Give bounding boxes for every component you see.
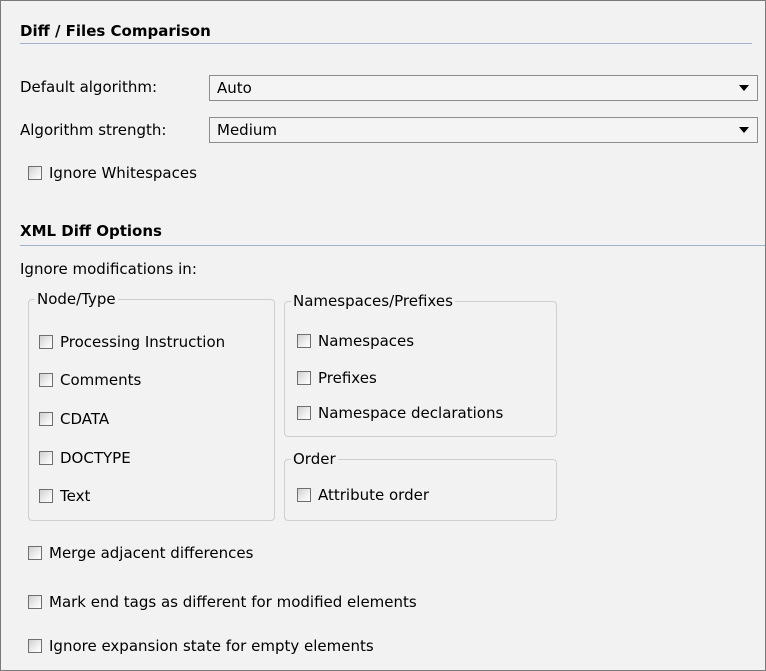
algorithm-strength-value: Medium [217,121,277,139]
order-legend: Order [293,450,336,468]
ignore-whitespaces-label: Ignore Whitespaces [49,164,197,182]
checkbox-box[interactable] [297,488,311,502]
text-checkbox[interactable]: Text [39,487,90,505]
ignore-modifications-label: Ignore modifications in: [20,260,197,278]
node-type-legend: Node/Type [37,290,116,308]
processing-instruction-checkbox[interactable]: Processing Instruction [39,333,225,351]
preferences-panel: Diff / Files Comparison Default algorith… [0,0,766,671]
mark-end-tags-checkbox[interactable]: Mark end tags as different for modified … [28,593,417,611]
attribute-order-label: Attribute order [318,486,429,504]
diff-section-divider [20,43,752,44]
checkbox-box[interactable] [28,546,42,560]
prefixes-label: Prefixes [318,369,377,387]
checkbox-box[interactable] [28,166,42,180]
comments-checkbox[interactable]: Comments [39,371,141,389]
diff-section-title: Diff / Files Comparison [20,22,211,40]
merge-adjacent-label: Merge adjacent differences [49,544,254,562]
checkbox-box[interactable] [39,412,53,426]
mark-end-tags-label: Mark end tags as different for modified … [49,593,417,611]
default-algorithm-label: Default algorithm: [20,78,158,96]
namespace-declarations-label: Namespace declarations [318,404,504,422]
merge-adjacent-checkbox[interactable]: Merge adjacent differences [28,544,253,562]
namespace-declarations-checkbox[interactable]: Namespace declarations [297,404,503,422]
prefixes-checkbox[interactable]: Prefixes [297,369,377,387]
checkbox-box[interactable] [28,595,42,609]
default-algorithm-select[interactable]: Auto [209,75,758,101]
checkbox-box[interactable] [39,489,53,503]
namespaces-checkbox[interactable]: Namespaces [297,332,414,350]
comments-label: Comments [60,371,142,389]
default-algorithm-value: Auto [217,79,252,97]
xml-section-divider [20,245,765,246]
cdata-label: CDATA [60,410,110,428]
namespaces-label: Namespaces [318,332,415,350]
xml-section-title: XML Diff Options [20,222,162,240]
checkbox-box[interactable] [39,335,53,349]
checkbox-box[interactable] [297,371,311,385]
ignore-whitespaces-checkbox[interactable]: Ignore Whitespaces [28,164,197,182]
checkbox-box[interactable] [297,334,311,348]
ignore-expansion-label: Ignore expansion state for empty element… [49,637,374,655]
attribute-order-checkbox[interactable]: Attribute order [297,486,429,504]
ignore-expansion-checkbox[interactable]: Ignore expansion state for empty element… [28,637,374,655]
namespaces-legend: Namespaces/Prefixes [293,292,453,310]
checkbox-box[interactable] [39,451,53,465]
processing-instruction-label: Processing Instruction [60,333,226,351]
algorithm-strength-select[interactable]: Medium [209,117,758,143]
checkbox-box[interactable] [39,373,53,387]
checkbox-box[interactable] [28,639,42,653]
doctype-checkbox[interactable]: DOCTYPE [39,449,131,467]
chevron-down-icon[interactable] [739,85,749,91]
algorithm-strength-label: Algorithm strength: [20,121,167,139]
checkbox-box[interactable] [297,406,311,420]
doctype-label: DOCTYPE [60,449,131,467]
cdata-checkbox[interactable]: CDATA [39,410,109,428]
text-label: Text [60,487,91,505]
chevron-down-icon[interactable] [739,127,749,133]
